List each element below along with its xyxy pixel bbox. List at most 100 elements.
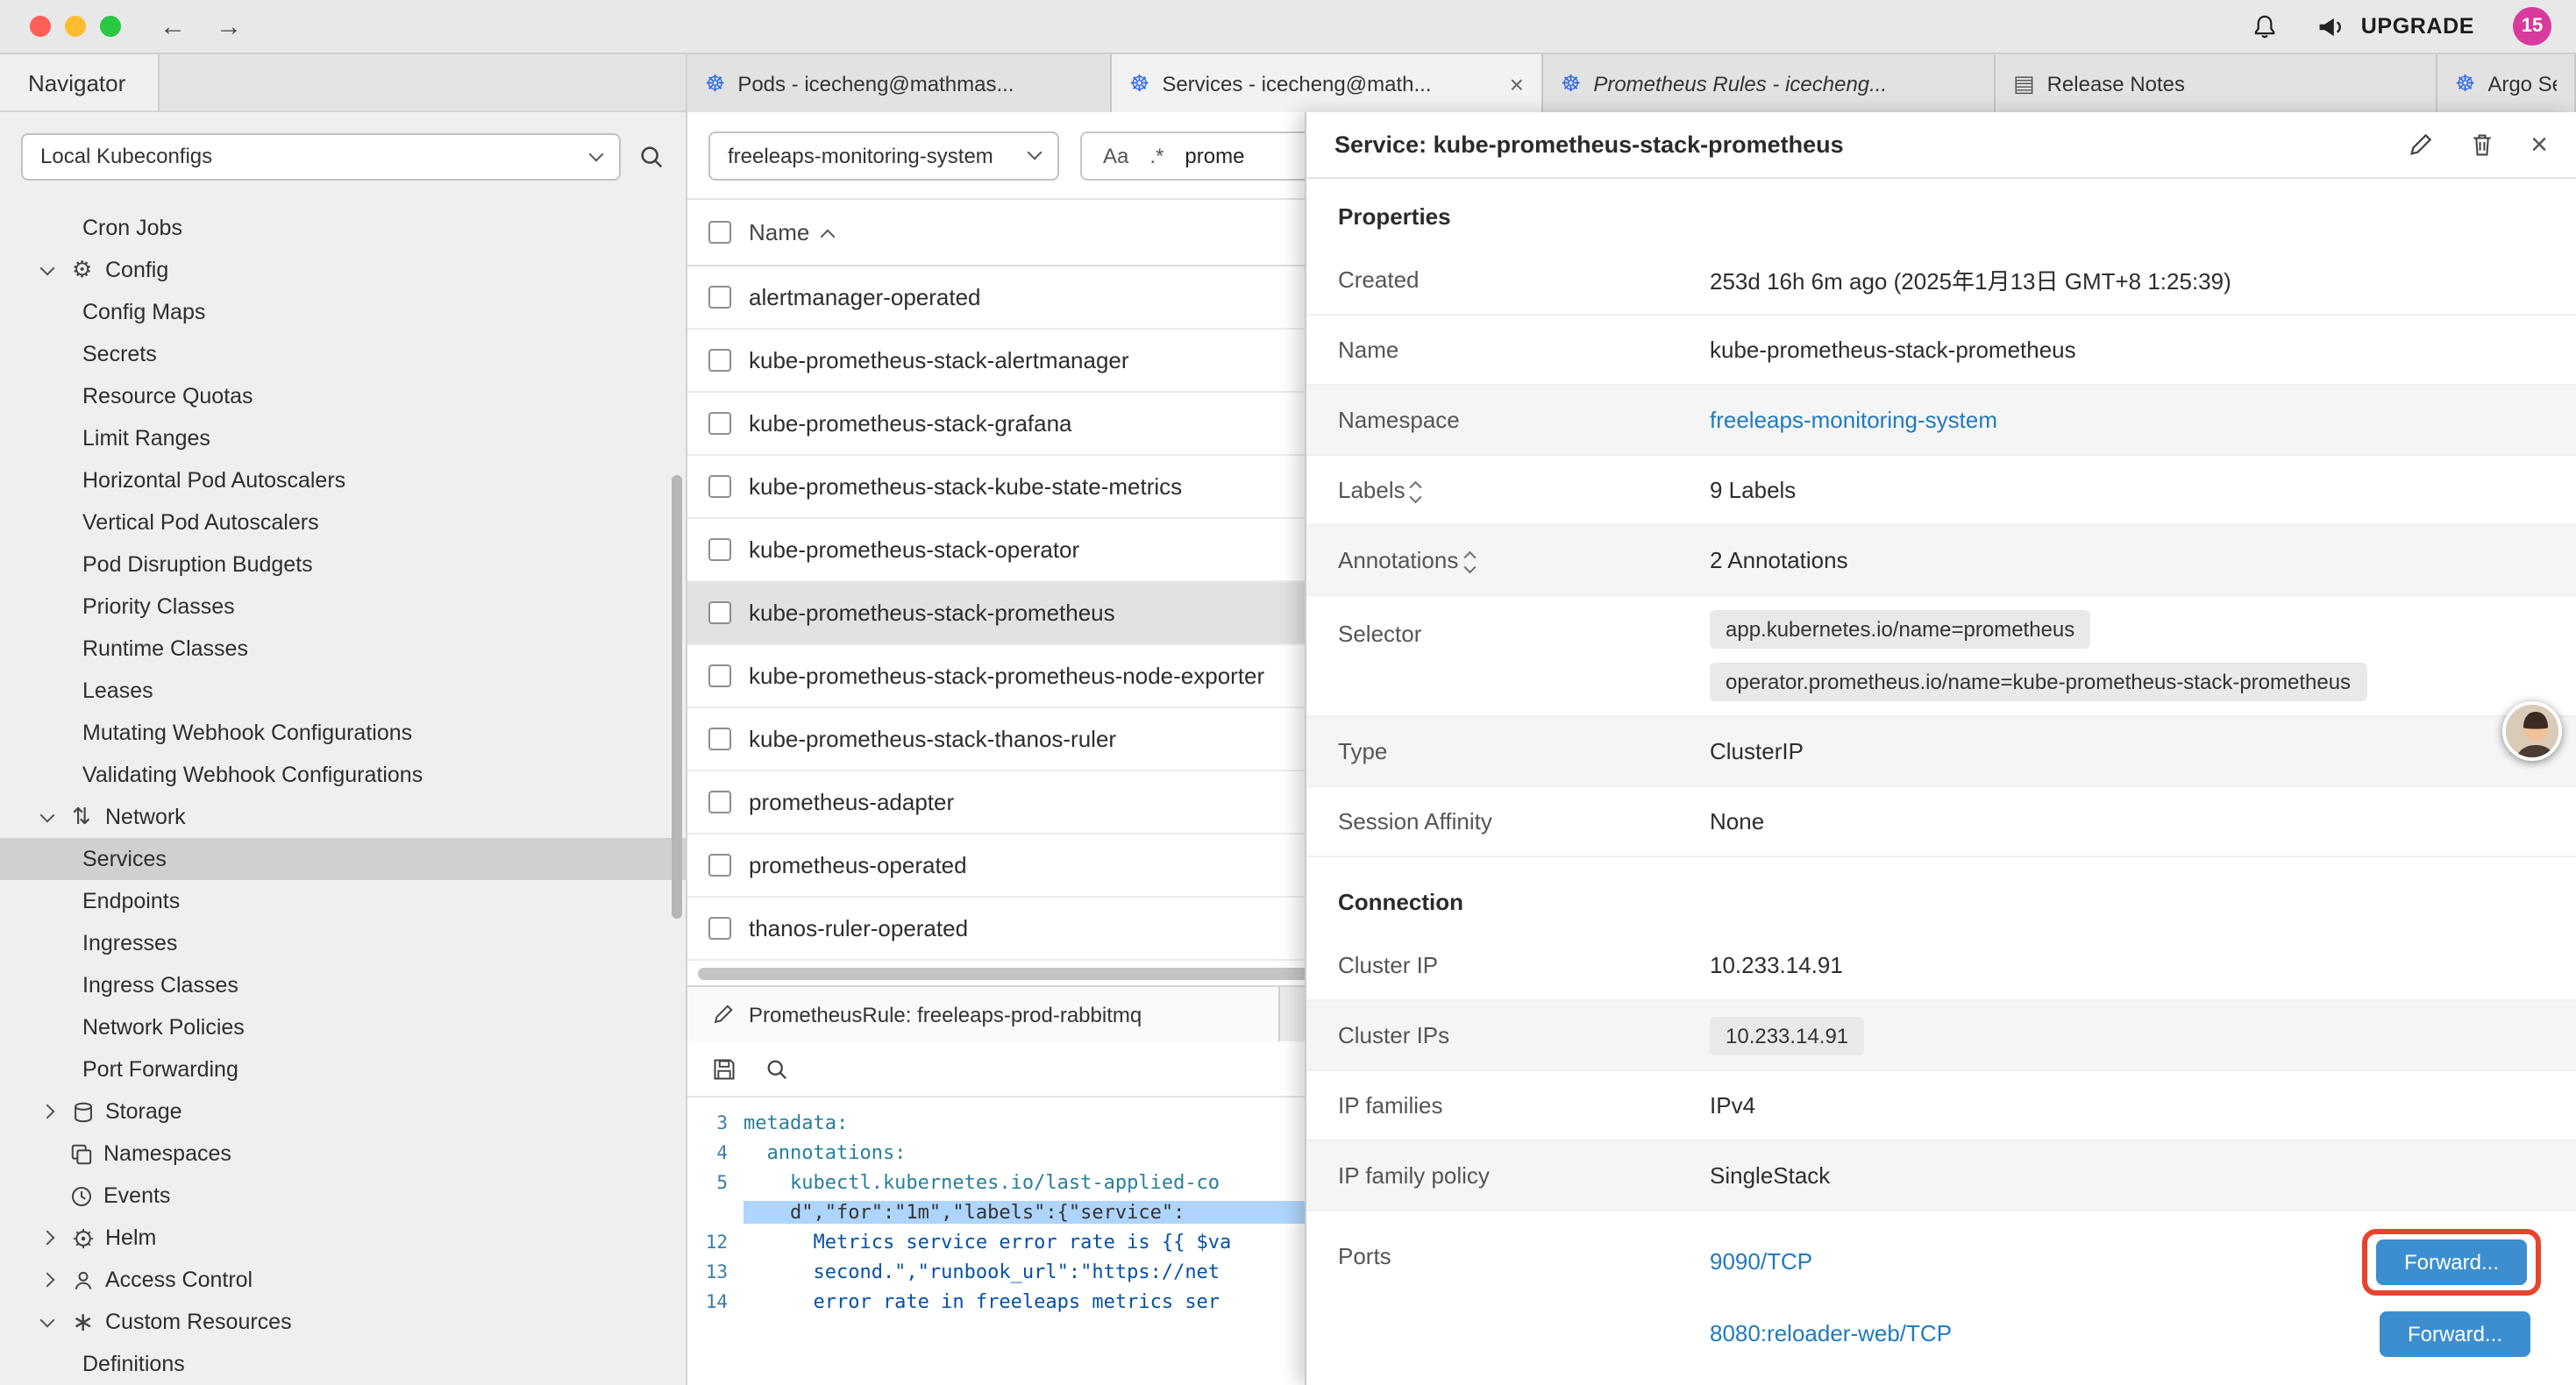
save-icon[interactable] [712,1056,737,1081]
search-icon[interactable] [638,143,665,169]
sidebar-item-runtime-classes[interactable]: Runtime Classes [0,628,686,670]
sidebar-item-services[interactable]: Services [0,838,686,880]
drawer-header: Service: kube-prometheus-stack-prometheu… [1306,112,2576,179]
notification-count-badge[interactable]: 15 [2513,7,2551,46]
sidebar-item-horizontal-pod-autoscalers[interactable]: Horizontal Pod Autoscalers [0,459,686,501]
sidebar-item-port-forwarding[interactable]: Port Forwarding [0,1048,686,1090]
maximize-window-button[interactable] [100,16,121,37]
row-checkbox[interactable] [708,538,731,561]
row-checkbox[interactable] [708,728,731,750]
chevron-right-icon [40,1273,55,1288]
connection-row-ports: Ports 9090/TCP Forward... 8080:reloader-… [1306,1211,2576,1383]
megaphone-icon [2317,13,2349,39]
sidebar-item-network[interactable]: ⇅Network [0,796,686,838]
forward-icon[interactable]: → [216,13,242,39]
sidebar-item-namespaces[interactable]: Namespaces [0,1133,686,1175]
delete-icon[interactable] [2469,131,2495,158]
forward-button-highlight: Forward... [2362,1228,2541,1295]
sidebar-item-validating-webhook-configurations[interactable]: Validating Webhook Configurations [0,754,686,796]
row-checkbox[interactable] [708,286,731,309]
asterisk-icon: ∗ [72,1306,105,1338]
kubeconfig-select[interactable]: Local Kubeconfigs [21,132,621,180]
selector-badge: app.kubernetes.io/name=prometheus [1710,610,2090,649]
bell-icon[interactable] [2252,13,2279,39]
sidebar-item-leases[interactable]: Leases [0,670,686,712]
search-query-text: prome [1185,143,1244,167]
tab-prometheus-rules[interactable]: ☸ Prometheus Rules - icecheng... [1543,54,1996,112]
row-checkbox[interactable] [708,664,731,687]
sidebar-header: Navigator [0,54,686,112]
port-link-8080[interactable]: 8080:reloader-web/TCP [1710,1320,1952,1346]
sidebar-item-priority-classes[interactable]: Priority Classes [0,586,686,628]
search-icon[interactable] [765,1056,789,1081]
sidebar-item-definitions[interactable]: Definitions [0,1343,686,1385]
kubernetes-icon: ☸ [1561,69,1581,97]
close-icon[interactable]: × [2530,130,2548,160]
sidebar-item-network-policies[interactable]: Network Policies [0,1006,686,1048]
tab-release-notes[interactable]: ▤ Release Notes [1996,54,2437,112]
forward-button[interactable]: Forward... [2376,1239,2527,1284]
close-window-button[interactable] [30,16,51,37]
row-checkbox[interactable] [708,412,731,435]
close-tab-icon[interactable]: × [1496,69,1524,97]
upgrade-button[interactable]: UPGRADE [2317,13,2474,39]
row-checkbox[interactable] [708,917,731,940]
tab-services[interactable]: ☸ Services - icecheng@math... × [1112,54,1543,112]
back-icon[interactable]: ← [160,13,186,39]
chevron-down-icon [589,146,604,161]
row-checkbox[interactable] [708,791,731,813]
sidebar-item-custom-resources[interactable]: ∗Custom Resources [0,1301,686,1343]
row-checkbox[interactable] [708,854,731,877]
connection-row-cluster-ips: Cluster IPs 10.233.14.91 [1306,1001,2576,1071]
sidebar-item-pod-disruption-budgets[interactable]: Pod Disruption Budgets [0,543,686,586]
helm-icon [72,1226,105,1249]
navigator-tab[interactable]: Navigator [0,54,159,110]
drawer-title: Service: kube-prometheus-stack-prometheu… [1334,131,1844,158]
chevron-down-icon [40,260,55,275]
sidebar-item-helm[interactable]: Helm [0,1217,686,1259]
connection-row-ip-family-policy: IP family policy SingleStack [1306,1141,2576,1211]
edit-icon[interactable] [2408,131,2434,158]
storage-icon [72,1100,105,1123]
sidebar-item-resource-quotas[interactable]: Resource Quotas [0,375,686,417]
select-all-checkbox[interactable] [708,221,731,244]
match-case-toggle[interactable]: Aa [1103,143,1128,167]
property-row-annotations: Annotations 2 Annotations [1306,526,2576,596]
tab-argo[interactable]: ☸ Argo Se [2437,54,2576,112]
dock-tab-prometheusrule[interactable]: PrometheusRule: freeleaps-prod-rabbitmq [687,987,1280,1041]
sidebar-item-vertical-pod-autoscalers[interactable]: Vertical Pod Autoscalers [0,501,686,543]
sidebar-scrollbar[interactable] [672,475,682,919]
sidebar-item-secrets[interactable]: Secrets [0,333,686,375]
navigator-tree: Cron Jobs ⚙Config Config Maps Secrets Re… [0,200,686,1385]
sidebar-item-storage[interactable]: Storage [0,1090,686,1133]
expand-collapse-icon[interactable] [1465,550,1473,570]
row-checkbox[interactable] [708,601,731,624]
sidebar-item-limit-ranges[interactable]: Limit Ranges [0,417,686,459]
row-checkbox[interactable] [708,475,731,498]
avatar[interactable] [2502,701,2562,761]
forward-button[interactable]: Forward... [2380,1310,2530,1356]
port-link-9090[interactable]: 9090/TCP [1710,1248,1812,1275]
name-column-header[interactable]: Name [749,219,832,245]
property-row-labels: Labels 9 Labels [1306,456,2576,526]
sidebar-item-config[interactable]: ⚙Config [0,249,686,291]
sidebar-item-ingresses[interactable]: Ingresses [0,922,686,964]
property-row-type: Type ClusterIP [1306,717,2576,787]
sidebar-item-cron-jobs[interactable]: Cron Jobs [0,207,686,249]
properties-heading: Properties [1306,179,2576,245]
sidebar-item-events[interactable]: Events [0,1175,686,1217]
sidebar-item-ingress-classes[interactable]: Ingress Classes [0,964,686,1006]
sidebar-item-endpoints[interactable]: Endpoints [0,880,686,922]
sidebar-item-config-maps[interactable]: Config Maps [0,291,686,333]
person-shield-icon [72,1268,105,1291]
row-checkbox[interactable] [708,349,731,372]
sidebar-item-access-control[interactable]: Access Control [0,1259,686,1301]
namespace-select[interactable]: freeleaps-monitoring-system [708,131,1059,180]
namespace-link[interactable]: freeleaps-monitoring-system [1710,407,1997,433]
sidebar-item-mutating-webhook-configurations[interactable]: Mutating Webhook Configurations [0,712,686,754]
regex-toggle[interactable]: .* [1149,143,1163,167]
tab-pods[interactable]: ☸ Pods - icecheng@mathmas... [687,54,1112,112]
expand-collapse-icon[interactable] [1413,480,1420,500]
kubernetes-icon: ☸ [2455,69,2475,97]
minimize-window-button[interactable] [65,16,86,37]
